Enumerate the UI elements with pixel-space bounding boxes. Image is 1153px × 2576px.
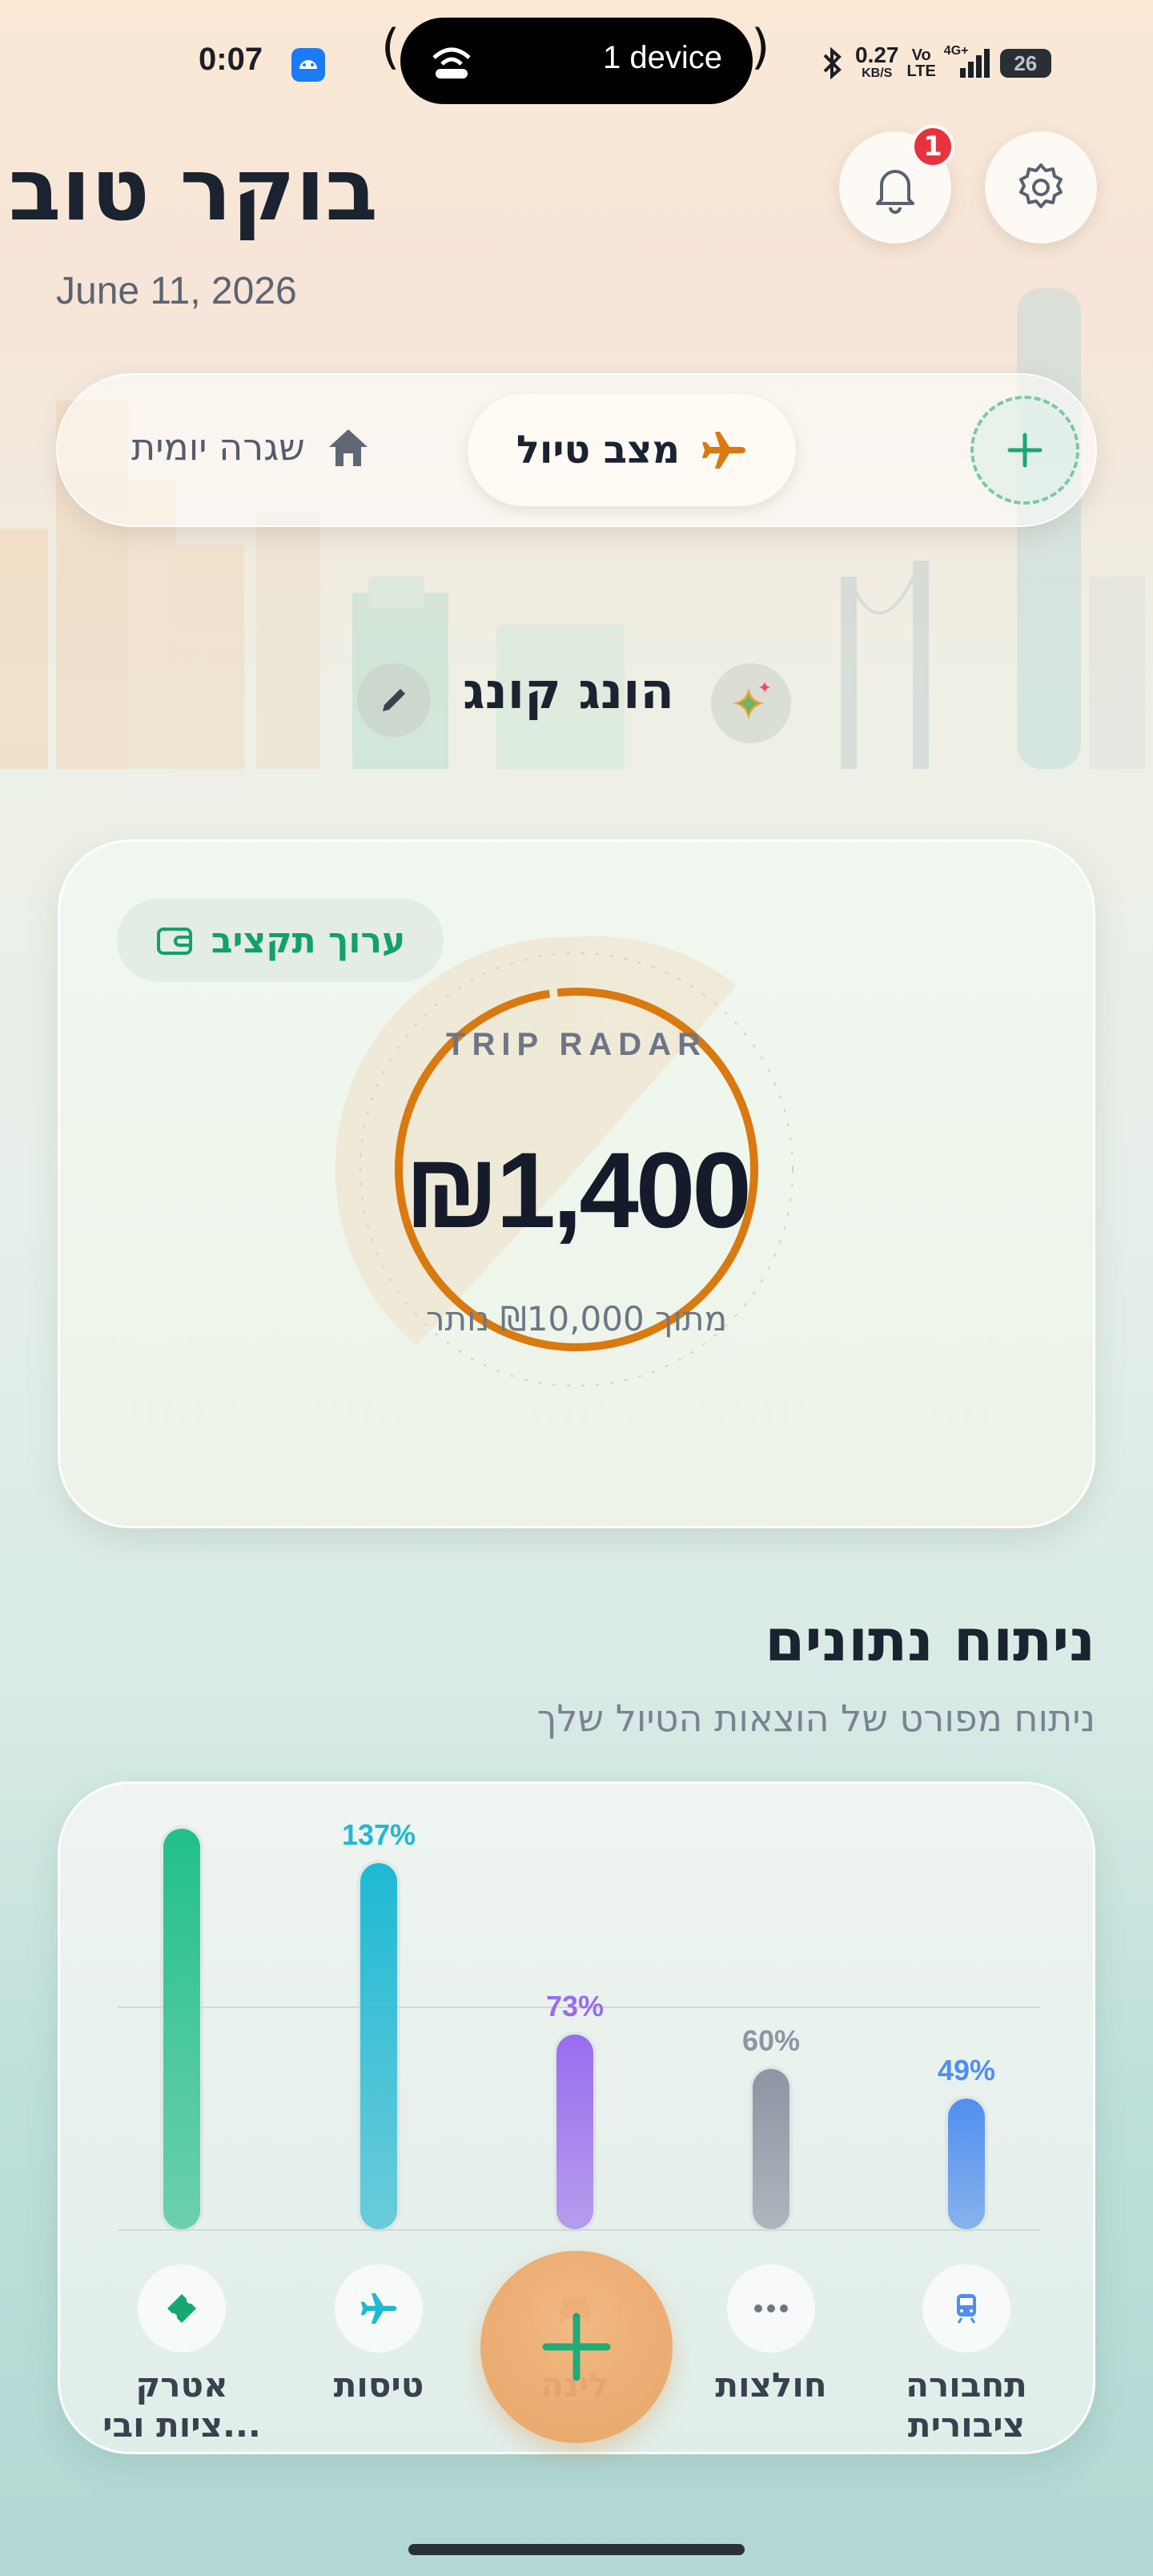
bar-fill [753,2069,789,2229]
bluetooth-icon [823,47,842,79]
bar-fill [556,2034,593,2229]
trip-radar-title: TRIP RADAR [446,1027,707,1062]
mode-daily-routine[interactable]: שגרה יומית [131,425,372,469]
plus-icon [1007,433,1043,468]
remaining-amount: ₪1,400 [404,1131,752,1250]
bar-percent-label: 73% [545,1989,605,2023]
volte-indicator: Vo LTE [906,46,936,80]
edit-destination-button[interactable] [357,663,431,737]
edit-budget-label: ערוך תקציב [211,920,406,961]
bar-percent-label: 49% [937,2053,996,2087]
bar-percent-label: 137% [341,1818,416,1852]
edit-budget-button[interactable]: ערוך תקציב [117,899,444,982]
bar-fill [360,1863,397,2229]
train-icon[interactable] [922,2264,1010,2353]
bell-icon [876,170,914,214]
gear-icon [1019,163,1063,208]
hotspot-icon [432,47,471,78]
bar-percent-label: 60% [741,2024,801,2057]
pill-right-bracket: ) [751,19,770,75]
airplane-icon [702,432,746,469]
analytics-subtitle: ניתוח מפורט של הוצאות הטיול שלך [536,1697,1095,1740]
status-icons: 0.27 KB/S Vo LTE 4G+ 26 [818,42,1051,82]
pill-left-bracket: ( [381,19,400,75]
plane-icon[interactable] [335,2264,423,2353]
add-mode-button[interactable] [970,396,1079,505]
analytics-title: ניתוח נתונים [765,1607,1095,1674]
mode-trip[interactable]: מצב טיול [468,394,796,506]
hotspot-text: 1 device [603,40,722,75]
budget-subtitle: מתוך ₪10,000 נותר [425,1299,728,1338]
pencil-icon [383,689,405,711]
wallet-icon [156,928,192,955]
signal-icon: 4G+ [944,44,992,79]
ticket-icon[interactable] [138,2264,226,2353]
dots-icon[interactable] [727,2264,815,2353]
sparkles-icon [733,682,770,720]
android-app-icon [291,48,325,82]
status-time: 0:07 [199,42,263,77]
settings-button[interactable] [985,131,1097,244]
bar-fill [948,2098,985,2229]
ai-suggestions-button[interactable] [711,663,791,743]
net-speed: 0.27 KB/S [855,42,899,81]
mode-daily-label: שגרה יומית [131,425,305,469]
bar-fill [163,1829,200,2229]
home-indicator [408,2544,745,2555]
category-label: טיסות [333,2365,424,2405]
category-label: חולצות [715,2365,827,2405]
category-label: תחבורה ציבורית [906,2365,1027,2445]
hotspot-pill[interactable]: 1 device [400,18,753,104]
destination-name: הונג קונג [463,662,674,720]
add-expense-fab[interactable] [480,2251,673,2443]
battery-indicator: 26 [999,49,1051,78]
notification-badge: 1 [911,125,954,168]
home-icon [328,429,368,466]
current-date: June 11, 2026 [56,270,297,312]
category-label: אטרק ציות ובי... [102,2365,261,2445]
greeting-title: בוקר טוב [8,140,378,240]
plus-icon [542,2312,611,2381]
mode-trip-label: מצב טיול [516,428,681,473]
